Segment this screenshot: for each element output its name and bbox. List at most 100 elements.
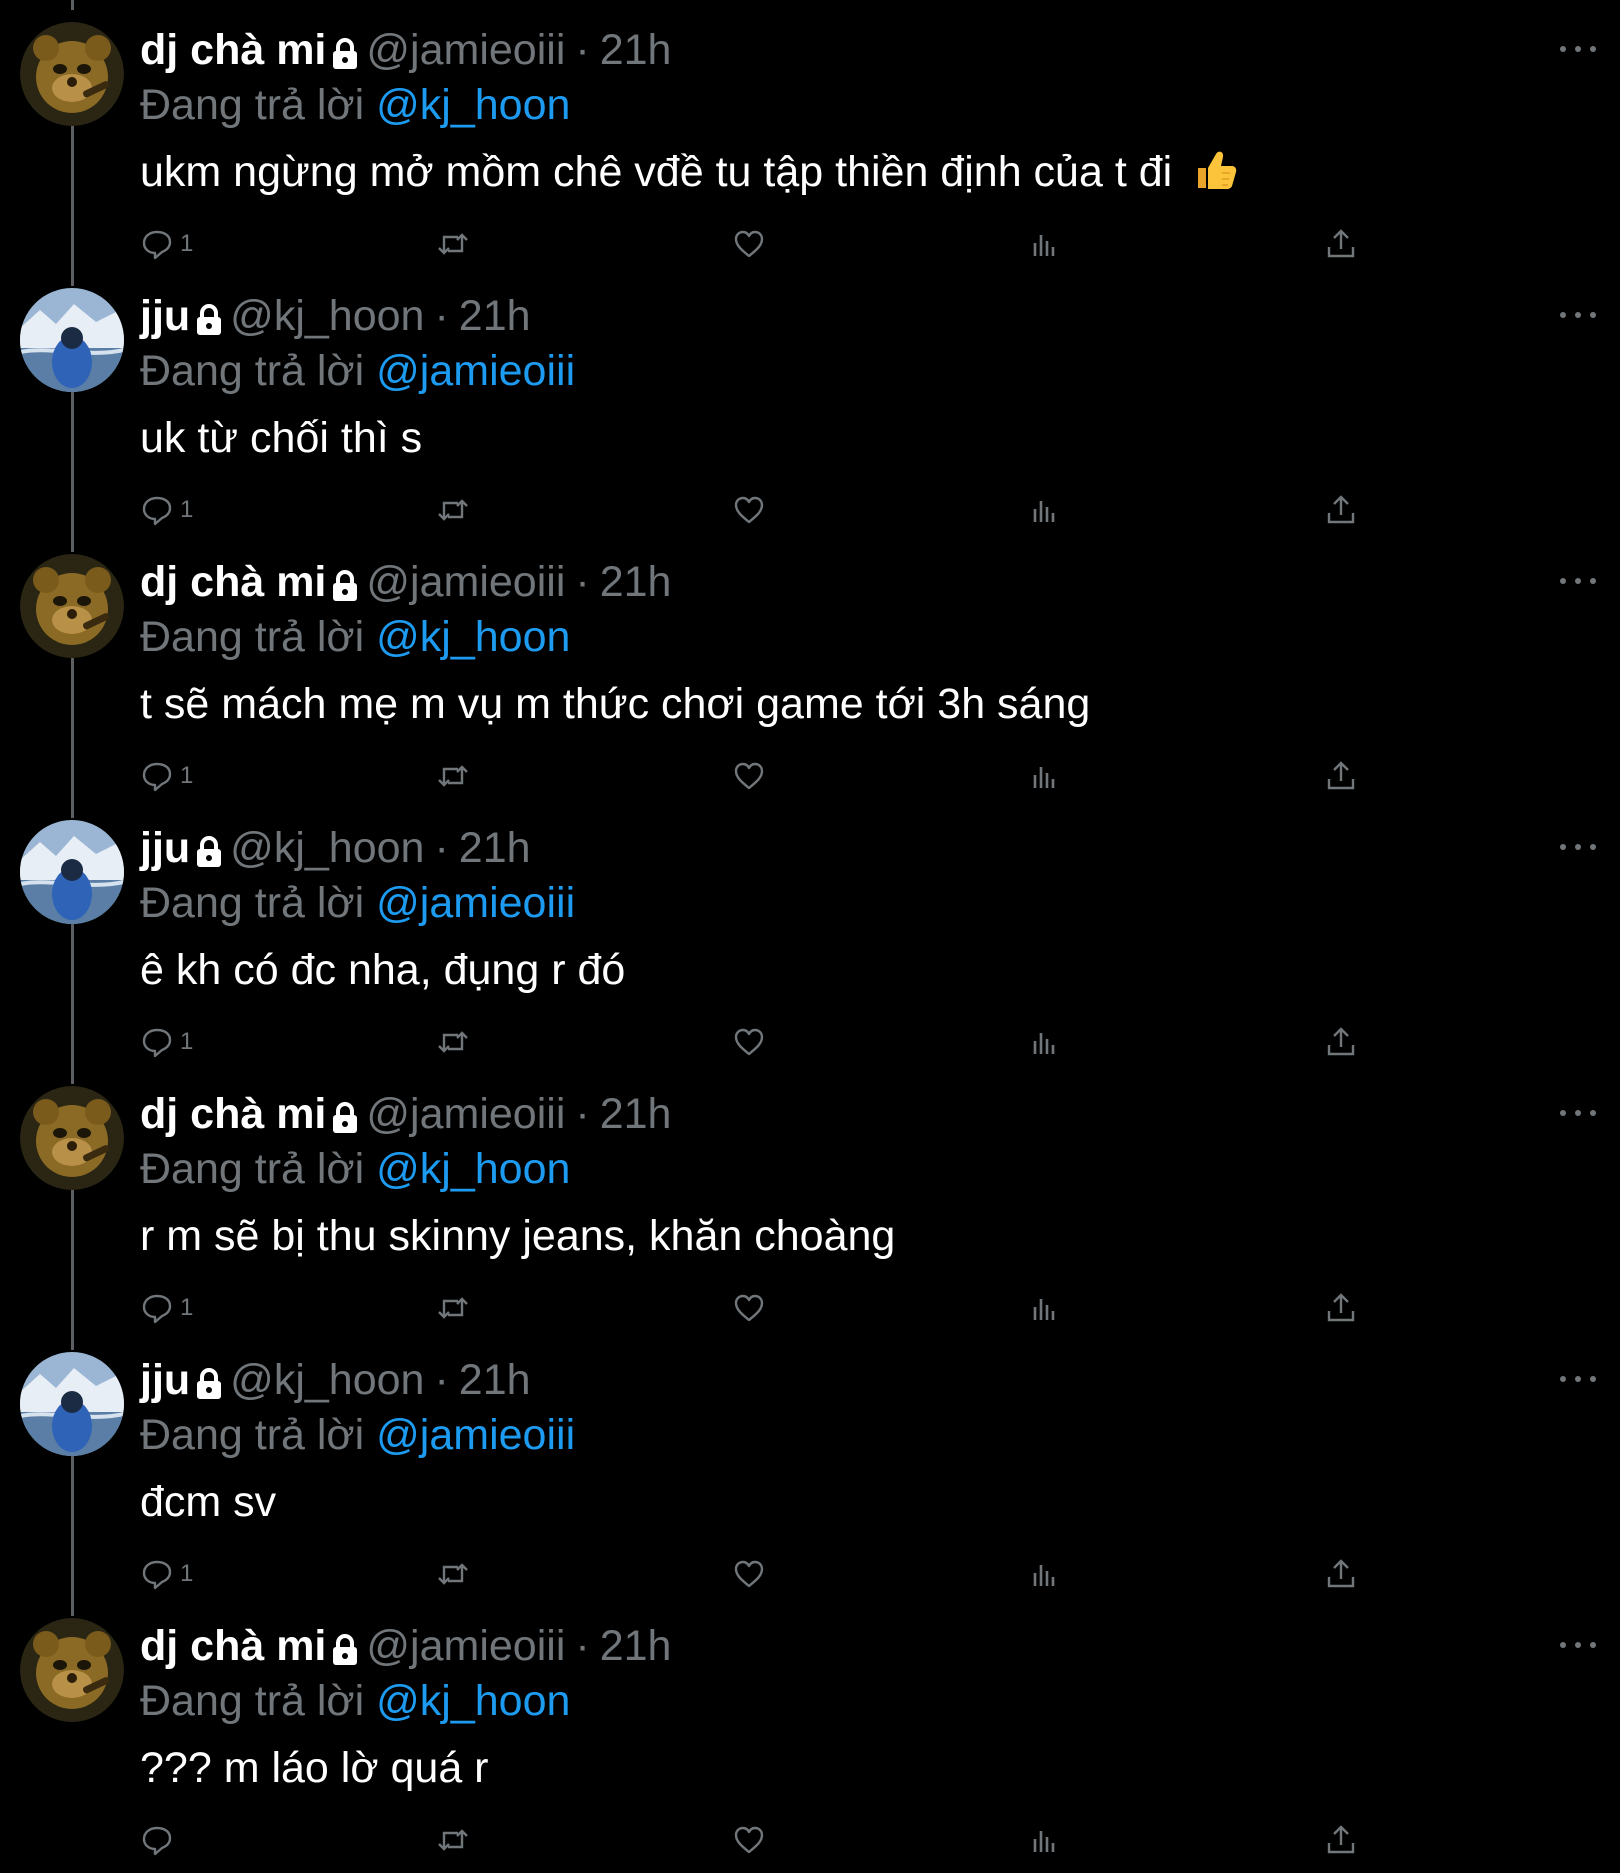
tweet-header: dj chà mi @jamieoiii · 21h xyxy=(140,554,671,610)
timestamp[interactable]: 21h xyxy=(459,288,531,344)
share-button[interactable] xyxy=(1324,1818,1358,1862)
timestamp[interactable]: 21h xyxy=(459,1352,531,1408)
snow-landscape-avatar-icon[interactable] xyxy=(20,1352,124,1456)
replying-to-handle[interactable]: @kj_hoon xyxy=(376,613,570,661)
retweet-button[interactable] xyxy=(436,754,470,798)
separator-dot: · xyxy=(434,824,449,872)
user-handle[interactable]: @jamieoiii xyxy=(366,22,565,78)
replying-to-handle[interactable]: @kj_hoon xyxy=(376,81,570,129)
tweet[interactable]: dj chà mi @jamieoiii · 21h Đang trả lời … xyxy=(0,1596,1620,1862)
reply-button[interactable]: 1 xyxy=(140,754,193,798)
user-handle[interactable]: @kj_hoon xyxy=(230,820,424,876)
share-button[interactable] xyxy=(1324,1286,1358,1330)
separator-dot: · xyxy=(434,292,449,340)
views-button[interactable] xyxy=(1028,1020,1062,1064)
tweet[interactable]: jju @kj_hoon · 21h Đang trả lời @jamieoi… xyxy=(0,1330,1620,1616)
bear-avatar-icon[interactable] xyxy=(20,22,124,126)
share-button[interactable] xyxy=(1324,754,1358,798)
bear-avatar-icon[interactable] xyxy=(20,1618,124,1722)
views-button[interactable] xyxy=(1028,754,1062,798)
display-name[interactable]: dj chà mi xyxy=(140,554,326,610)
views-button[interactable] xyxy=(1028,1286,1062,1330)
retweet-button[interactable] xyxy=(436,1818,470,1862)
reply-button[interactable]: 1 xyxy=(140,1286,193,1330)
retweet-button[interactable] xyxy=(436,1286,470,1330)
replying-to-handle[interactable]: @jamieoiii xyxy=(376,1411,575,1459)
retweet-button[interactable] xyxy=(436,1552,470,1596)
tweet[interactable]: dj chà mi @jamieoiii · 21h Đang trả lời … xyxy=(0,0,1620,286)
retweet-button[interactable] xyxy=(436,1020,470,1064)
more-options-button[interactable] xyxy=(1560,1630,1596,1660)
separator-dot: · xyxy=(575,558,590,606)
reply-button[interactable]: 1 xyxy=(140,222,193,266)
replying-to-handle[interactable]: @kj_hoon xyxy=(376,1677,570,1725)
reply-button[interactable] xyxy=(140,1818,180,1862)
tweet[interactable]: dj chà mi @jamieoiii · 21h Đang trả lời … xyxy=(0,1064,1620,1350)
lock-icon xyxy=(330,37,360,71)
display-name[interactable]: jju xyxy=(140,288,190,344)
share-button[interactable] xyxy=(1324,222,1358,266)
timestamp[interactable]: 21h xyxy=(600,1086,672,1142)
tweet[interactable]: jju @kj_hoon · 21h Đang trả lời @jamieoi… xyxy=(0,266,1620,552)
replying-to-handle[interactable]: @jamieoiii xyxy=(376,347,575,395)
replying-to-handle[interactable]: @jamieoiii xyxy=(376,879,575,927)
retweet-button[interactable] xyxy=(436,488,470,532)
reply-button[interactable]: 1 xyxy=(140,488,193,532)
like-button[interactable] xyxy=(732,1818,766,1862)
tweet[interactable]: dj chà mi @jamieoiii · 21h Đang trả lời … xyxy=(0,532,1620,818)
tweet[interactable]: jju @kj_hoon · 21h Đang trả lời @jamieoi… xyxy=(0,798,1620,1084)
display-name[interactable]: dj chà mi xyxy=(140,1086,326,1142)
share-button[interactable] xyxy=(1324,488,1358,532)
tweet-actions: 1 xyxy=(140,754,1360,798)
like-button[interactable] xyxy=(732,754,766,798)
separator-dot: · xyxy=(575,26,590,74)
more-options-button[interactable] xyxy=(1560,1098,1596,1128)
views-button[interactable] xyxy=(1028,488,1062,532)
retweet-button[interactable] xyxy=(436,222,470,266)
views-button[interactable] xyxy=(1028,222,1062,266)
more-options-button[interactable] xyxy=(1560,566,1596,596)
more-options-button[interactable] xyxy=(1560,1364,1596,1394)
timestamp[interactable]: 21h xyxy=(600,554,672,610)
like-button[interactable] xyxy=(732,488,766,532)
bear-avatar-icon[interactable] xyxy=(20,554,124,658)
display-name[interactable]: jju xyxy=(140,820,190,876)
like-button[interactable] xyxy=(732,1286,766,1330)
like-button[interactable] xyxy=(732,1552,766,1596)
more-options-button[interactable] xyxy=(1560,300,1596,330)
reply-count: 1 xyxy=(180,230,194,257)
replying-to-handle[interactable]: @kj_hoon xyxy=(376,1145,570,1193)
separator-dot: · xyxy=(434,1356,449,1404)
display-name[interactable]: jju xyxy=(140,1352,190,1408)
reply-icon xyxy=(142,230,172,260)
user-handle[interactable]: @jamieoiii xyxy=(366,1086,565,1142)
like-button[interactable] xyxy=(732,222,766,266)
tweet-actions: 1 xyxy=(140,488,1360,532)
share-button[interactable] xyxy=(1324,1552,1358,1596)
snow-landscape-avatar-icon[interactable] xyxy=(20,820,124,924)
views-button[interactable] xyxy=(1028,1552,1062,1596)
tweet-text: ??? m láo lờ quá r xyxy=(140,1744,489,1792)
views-icon xyxy=(1033,767,1055,788)
snow-landscape-avatar-icon[interactable] xyxy=(20,288,124,392)
like-button[interactable] xyxy=(732,1020,766,1064)
bear-avatar-icon[interactable] xyxy=(20,1086,124,1190)
timestamp[interactable]: 21h xyxy=(600,22,672,78)
display-name[interactable]: dj chà mi xyxy=(140,22,326,78)
reply-button[interactable]: 1 xyxy=(140,1552,193,1596)
views-button[interactable] xyxy=(1028,1818,1062,1862)
user-handle[interactable]: @kj_hoon xyxy=(230,288,424,344)
lock-icon xyxy=(194,303,224,337)
timestamp[interactable]: 21h xyxy=(459,820,531,876)
user-handle[interactable]: @jamieoiii xyxy=(366,554,565,610)
replying-to: Đang trả lời @kj_hoon xyxy=(140,78,570,132)
user-handle[interactable]: @kj_hoon xyxy=(230,1352,424,1408)
user-handle[interactable]: @jamieoiii xyxy=(366,1618,565,1674)
more-options-button[interactable] xyxy=(1560,832,1596,862)
share-button[interactable] xyxy=(1324,1020,1358,1064)
more-options-button[interactable] xyxy=(1560,34,1596,64)
reply-button[interactable]: 1 xyxy=(140,1020,193,1064)
views-icon xyxy=(1033,1565,1055,1586)
timestamp[interactable]: 21h xyxy=(600,1618,672,1674)
display-name[interactable]: dj chà mi xyxy=(140,1618,326,1674)
